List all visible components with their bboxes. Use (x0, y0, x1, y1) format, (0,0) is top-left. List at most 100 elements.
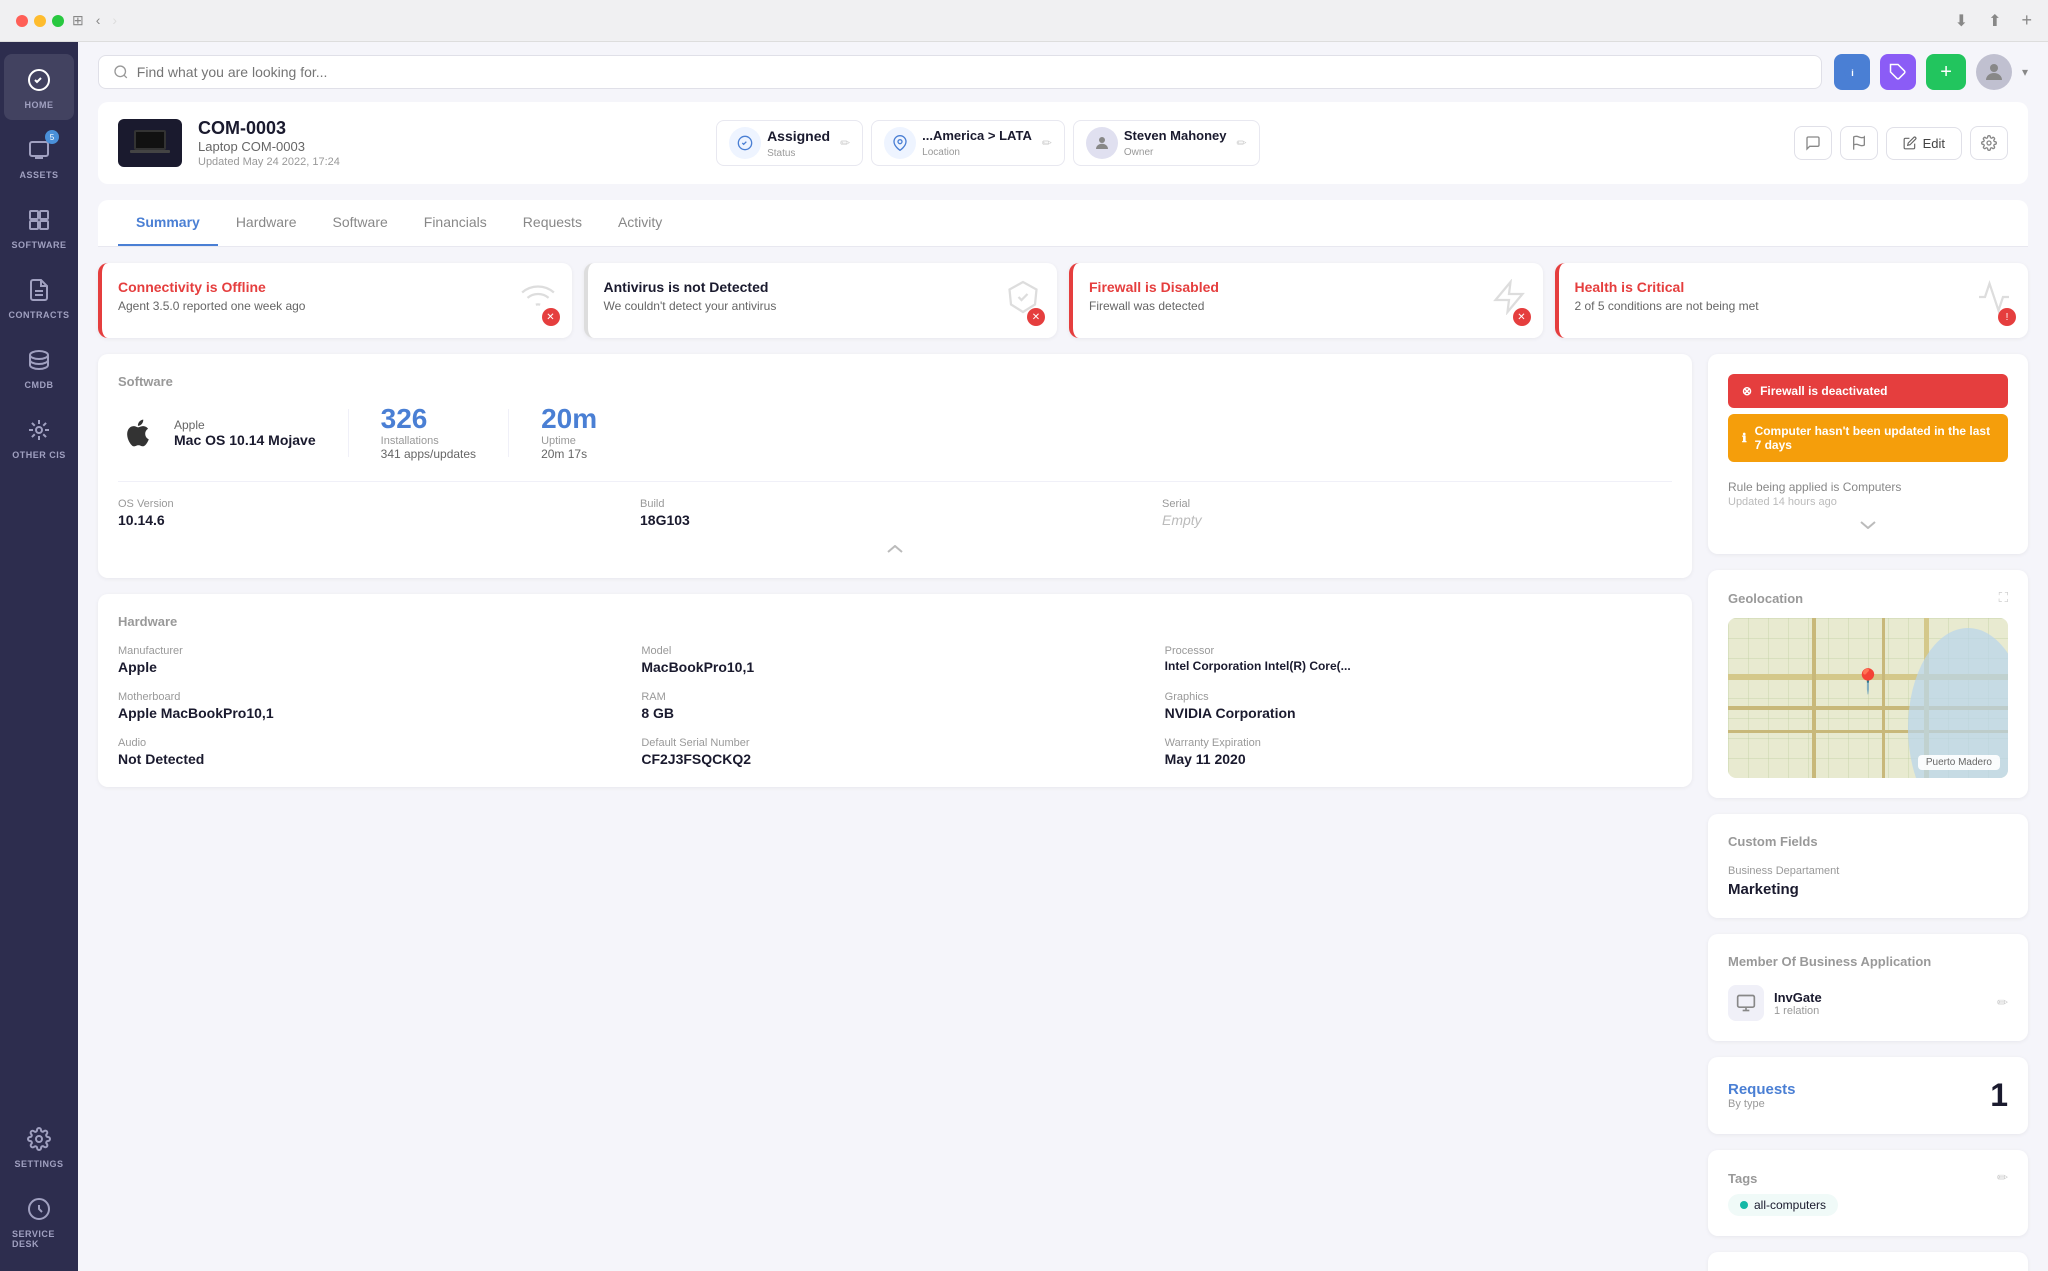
firewall-alert-text: Firewall is deactivated (1760, 384, 1887, 398)
hw-manufacturer: Manufacturer Apple (118, 645, 625, 675)
software-row: Apple Mac OS 10.14 Mojave 326 Installati… (118, 405, 1672, 461)
health-expand[interactable] (1728, 516, 2008, 534)
traffic-lights (16, 15, 64, 27)
status-chip[interactable]: Assigned Status ✏ (716, 120, 863, 166)
sidebar-label-assets: ASSETS (19, 170, 58, 180)
collapse-arrow[interactable] (118, 540, 1672, 558)
health-alert-icon: ! (1976, 279, 2012, 322)
topbar: i + ▾ (78, 42, 2048, 102)
asset-name: Laptop COM-0003 (198, 139, 700, 154)
tag-button[interactable] (1880, 54, 1916, 90)
geolocation-expand-btn[interactable]: ⛶ (1999, 590, 2008, 606)
avatar-icon (1982, 60, 2006, 84)
uptime-value: 20m (541, 405, 597, 433)
svg-text:i: i (1852, 68, 1855, 78)
tag-all-computers[interactable]: all-computers (1728, 1194, 1838, 1216)
software-section-title: Software (118, 374, 1672, 389)
location-value: ...America > LATA (922, 128, 1032, 143)
sidebar-label-contracts: CONTRACTS (9, 310, 70, 320)
minimize-button[interactable] (34, 15, 46, 27)
left-panel: Software Apple Mac OS 10.14 Mojave (98, 354, 1692, 1271)
tab-summary[interactable]: Summary (118, 200, 218, 246)
add-button[interactable]: + (1926, 54, 1966, 90)
gear-icon (1981, 135, 1997, 151)
tab-hardware[interactable]: Hardware (218, 200, 315, 246)
flag-icon (1851, 135, 1867, 151)
business-app-name: InvGate (1774, 990, 1822, 1005)
health-rule: Rule being applied is Computers Updated … (1728, 468, 2008, 508)
sidebar-toggle-icon[interactable]: ⊞ (72, 12, 84, 29)
owner-avatar (1086, 127, 1118, 159)
firewall-alert-icon: ✕ (1491, 279, 1527, 322)
nav-back-icon[interactable]: ‹ (96, 12, 101, 29)
os-details: OS Version 10.14.6 Build 18G103 Serial E… (118, 481, 1672, 528)
share-icon[interactable]: ⬆ (1988, 11, 2001, 31)
hw-serial-label: Default Serial Number (641, 737, 1148, 749)
update-alert: ℹ Computer hasn't been updated in the la… (1728, 414, 2008, 462)
edit-button[interactable]: Edit (1886, 127, 1962, 160)
apple-icon (118, 413, 158, 453)
owner-info: Steven Mahoney Owner (1124, 128, 1227, 158)
tab-software[interactable]: Software (315, 200, 406, 246)
sidebar-item-cmdb[interactable]: CMDB (4, 334, 74, 400)
hardware-card: Hardware Manufacturer Apple Model MacBoo… (98, 594, 1692, 787)
requests-count: 1 (1990, 1077, 2008, 1114)
location-edit-icon[interactable]: ✏ (1042, 136, 1052, 150)
status-edit-icon[interactable]: ✏ (840, 136, 850, 150)
os-version-detail: OS Version 10.14.6 (118, 498, 628, 528)
sidebar-label-home: HOME (25, 100, 54, 110)
connectivity-alert-icon: ✕ (520, 279, 556, 322)
download-icon[interactable]: ⬇ (1955, 11, 1968, 31)
tags-card: Tags ✏ all-computers (1708, 1150, 2028, 1236)
connectivity-alert-content: Connectivity is Offline Agent 3.5.0 repo… (118, 279, 305, 313)
tab-activity[interactable]: Activity (600, 200, 680, 246)
right-panel: ⊗ Firewall is deactivated ℹ Computer has… (1708, 354, 2028, 1271)
asset-thumbnail (118, 119, 182, 167)
sidebar-item-home[interactable]: HOME (4, 54, 74, 120)
hw-motherboard-value: Apple MacBookPro10,1 (118, 705, 625, 721)
new-tab-icon[interactable]: + (2021, 10, 2032, 31)
settings-gear-button[interactable] (1970, 126, 2008, 160)
connectivity-alert-title: Connectivity is Offline (118, 279, 305, 295)
business-app-edit-btn[interactable]: ✏ (1997, 995, 2008, 1011)
chat-icon (1805, 135, 1821, 151)
location-chip[interactable]: ...America > LATA Location ✏ (871, 120, 1065, 166)
sidebar-item-assets[interactable]: 5 ASSETS (4, 124, 74, 190)
health-card: ⊗ Firewall is deactivated ℹ Computer has… (1708, 354, 2028, 554)
business-app-relation: 1 relation (1774, 1005, 1822, 1017)
tab-requests[interactable]: Requests (505, 200, 600, 246)
info-button[interactable]: i (1834, 54, 1870, 90)
sidebar-item-contracts[interactable]: CONTRACTS (4, 264, 74, 330)
hw-graphics: Graphics NVIDIA Corporation (1165, 691, 1672, 721)
sidebar-item-software[interactable]: SOFTWARE (4, 194, 74, 260)
search-bar[interactable] (98, 55, 1822, 89)
flag-button[interactable] (1840, 126, 1878, 160)
chat-button[interactable] (1794, 126, 1832, 160)
sidebar-item-servicedesk[interactable]: SERVICE DESK (4, 1183, 74, 1259)
sidebar-item-other[interactable]: OTHER CIs (4, 404, 74, 470)
fullscreen-button[interactable] (52, 15, 64, 27)
hw-model-value: MacBookPro10,1 (641, 659, 1148, 675)
owner-value: Steven Mahoney (1124, 128, 1227, 143)
tab-financials[interactable]: Financials (406, 200, 505, 246)
user-avatar[interactable] (1976, 54, 2012, 90)
geo-map: 📍 Puerto Madero (1728, 618, 2008, 778)
contracts-icon (23, 274, 55, 306)
hw-audio: Audio Not Detected (118, 737, 625, 767)
close-button[interactable] (16, 15, 28, 27)
geolocation-card: Geolocation ⛶ (1708, 570, 2028, 798)
user-chevron[interactable]: ▾ (2022, 65, 2028, 79)
search-input[interactable] (137, 64, 1808, 80)
uptime-sub: 20m 17s (541, 447, 597, 461)
laptop-icon (130, 128, 170, 158)
assets-badge: 5 (45, 130, 59, 144)
tag-icon (1889, 63, 1907, 81)
hw-warranty-value: May 11 2020 (1165, 751, 1672, 767)
settings-icon (23, 1123, 55, 1155)
sidebar-item-settings[interactable]: SETTINGS (4, 1113, 74, 1179)
owner-edit-icon[interactable]: ✏ (1236, 136, 1246, 150)
hw-motherboard: Motherboard Apple MacBookPro10,1 (118, 691, 625, 721)
tags-edit-btn[interactable]: ✏ (1997, 1170, 2008, 1186)
owner-chip[interactable]: Steven Mahoney Owner ✏ (1073, 120, 1260, 166)
edit-label: Edit (1923, 136, 1945, 151)
